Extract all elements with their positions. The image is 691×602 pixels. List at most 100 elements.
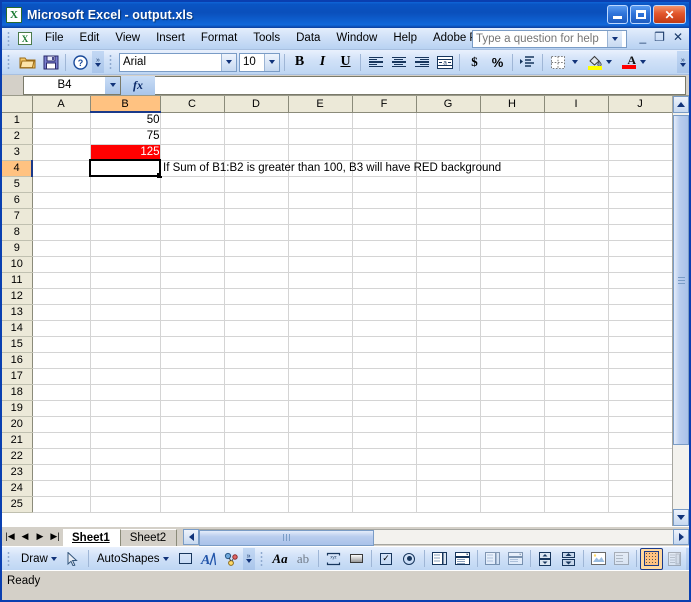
row-header-19[interactable]: 19: [2, 400, 33, 417]
cell-a11[interactable]: [32, 272, 91, 289]
cell-d1[interactable]: [224, 112, 289, 129]
cell-b24[interactable]: [90, 480, 161, 497]
cell-h10[interactable]: [480, 256, 545, 273]
cell-d12[interactable]: [224, 288, 289, 305]
align-center-button[interactable]: [387, 51, 410, 73]
cell-j1[interactable]: [608, 112, 673, 129]
cell-j15[interactable]: [608, 336, 673, 353]
cell-f6[interactable]: [352, 192, 417, 209]
cell-a7[interactable]: [32, 208, 91, 225]
cell-c18[interactable]: [160, 384, 225, 401]
cell-g13[interactable]: [416, 304, 481, 321]
cell-g20[interactable]: [416, 416, 481, 433]
minimize-button[interactable]: [607, 5, 628, 24]
row-header-16[interactable]: 16: [2, 352, 33, 369]
currency-button[interactable]: $: [463, 51, 486, 73]
control-listbox2-button[interactable]: [504, 548, 527, 570]
cell-f9[interactable]: [352, 240, 417, 257]
cell-i17[interactable]: [544, 368, 609, 385]
cell-e10[interactable]: [288, 256, 353, 273]
cell-b14[interactable]: [90, 320, 161, 337]
cell-a15[interactable]: [32, 336, 91, 353]
row-header-2[interactable]: 2: [2, 128, 33, 145]
menu-insert[interactable]: Insert: [148, 29, 193, 48]
cell-i24[interactable]: [544, 480, 609, 497]
cell-g6[interactable]: [416, 192, 481, 209]
cell-b23[interactable]: [90, 464, 161, 481]
cell-d6[interactable]: [224, 192, 289, 209]
menu-format[interactable]: Format: [193, 29, 245, 48]
cell-i25[interactable]: [544, 496, 609, 513]
control-moreconstrols-button[interactable]: [610, 548, 633, 570]
scroll-down-button[interactable]: [673, 509, 689, 526]
cell-j16[interactable]: [608, 352, 673, 369]
row-header-14[interactable]: 14: [2, 320, 33, 337]
control-combobox-button[interactable]: [451, 548, 474, 570]
cell-j18[interactable]: [608, 384, 673, 401]
column-header-a[interactable]: A: [32, 96, 91, 113]
row-header-18[interactable]: 18: [2, 384, 33, 401]
horizontal-scrollbar[interactable]: [177, 527, 689, 546]
cell-h22[interactable]: [480, 448, 545, 465]
cell-a24[interactable]: [32, 480, 91, 497]
cell-f2[interactable]: [352, 128, 417, 145]
row-header-6[interactable]: 6: [2, 192, 33, 209]
cell-a10[interactable]: [32, 256, 91, 273]
cell-g12[interactable]: [416, 288, 481, 305]
cell-b3[interactable]: 125: [90, 144, 161, 161]
cell-a13[interactable]: [32, 304, 91, 321]
cell-c21[interactable]: [160, 432, 225, 449]
column-header-f[interactable]: F: [352, 96, 417, 113]
cell-h12[interactable]: [480, 288, 545, 305]
cell-g10[interactable]: [416, 256, 481, 273]
cell-d5[interactable]: [224, 176, 289, 193]
sheet-tab-sheet2[interactable]: Sheet2: [120, 529, 178, 546]
cell-g23[interactable]: [416, 464, 481, 481]
cell-f13[interactable]: [352, 304, 417, 321]
cell-e12[interactable]: [288, 288, 353, 305]
cell-g15[interactable]: [416, 336, 481, 353]
cell-j20[interactable]: [608, 416, 673, 433]
scroll-up-button[interactable]: [673, 96, 689, 113]
help-search-input[interactable]: [473, 31, 607, 47]
horizontal-scroll-thumb[interactable]: [199, 529, 375, 546]
cell-d18[interactable]: [224, 384, 289, 401]
cell-a23[interactable]: [32, 464, 91, 481]
cell-i11[interactable]: [544, 272, 609, 289]
cell-g7[interactable]: [416, 208, 481, 225]
cell-c1[interactable]: [160, 112, 225, 129]
control-togglebutton-button[interactable]: [481, 548, 504, 570]
percent-button[interactable]: %: [486, 51, 509, 73]
cell-g8[interactable]: [416, 224, 481, 241]
cell-h17[interactable]: [480, 368, 545, 385]
cell-g21[interactable]: [416, 432, 481, 449]
help-search-box[interactable]: [472, 30, 627, 48]
cell-a18[interactable]: [32, 384, 91, 401]
font-size-dropdown-icon[interactable]: [264, 53, 279, 71]
cell-j11[interactable]: [608, 272, 673, 289]
cell-j10[interactable]: [608, 256, 673, 273]
fill-color-split-button[interactable]: [580, 51, 614, 73]
cell-e15[interactable]: [288, 336, 353, 353]
control-toolbox-grip[interactable]: [257, 549, 267, 568]
cell-d3[interactable]: [224, 144, 289, 161]
cell-c17[interactable]: [160, 368, 225, 385]
row-header-5[interactable]: 5: [2, 176, 33, 193]
row-header-23[interactable]: 23: [2, 464, 33, 481]
row-header-10[interactable]: 10: [2, 256, 33, 273]
cell-c7[interactable]: [160, 208, 225, 225]
cell-c20[interactable]: [160, 416, 225, 433]
cell-b19[interactable]: [90, 400, 161, 417]
cell-c3[interactable]: [160, 144, 225, 161]
cell-d16[interactable]: [224, 352, 289, 369]
cell-c4[interactable]: If Sum of B1:B2 is greater than 100, B3 …: [160, 160, 501, 177]
font-color-split-button[interactable]: A: [614, 51, 648, 73]
cell-g24[interactable]: [416, 480, 481, 497]
cell-d19[interactable]: [224, 400, 289, 417]
cell-g18[interactable]: [416, 384, 481, 401]
cell-g3[interactable]: [416, 144, 481, 161]
cell-e6[interactable]: [288, 192, 353, 209]
cell-i22[interactable]: [544, 448, 609, 465]
cell-b25[interactable]: [90, 496, 161, 513]
properties-button[interactable]: [663, 548, 686, 570]
